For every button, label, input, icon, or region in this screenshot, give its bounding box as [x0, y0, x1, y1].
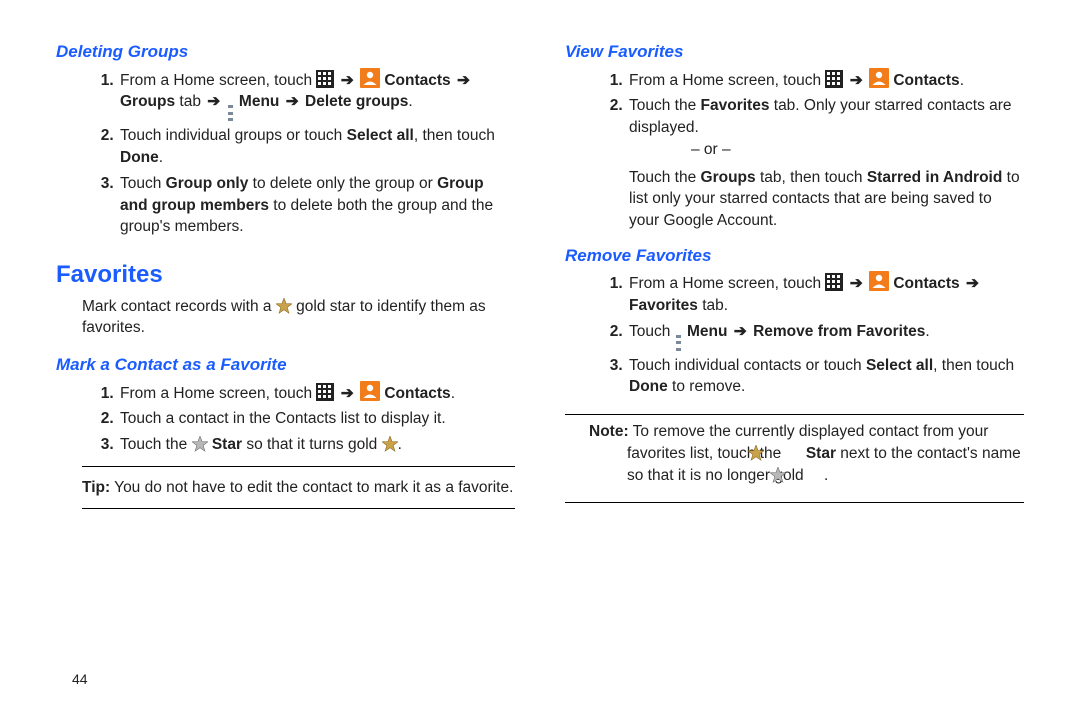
favorites-intro: Mark contact records with a gold star to… — [82, 296, 515, 339]
star-gold-icon — [382, 436, 398, 452]
right-column: View Favorites From a Home screen, touch… — [565, 40, 1024, 720]
step: From a Home screen, touch ➔ Contacts ➔ F… — [627, 271, 1024, 316]
heading-remove-favorites: Remove Favorites — [565, 244, 1024, 268]
star-grey-icon — [808, 467, 824, 483]
apps-grid-icon — [825, 273, 843, 291]
step: Touch the Favorites tab. Only your starr… — [627, 95, 1024, 231]
deleting-groups-steps: From a Home screen, touch ➔ Contacts ➔ G… — [56, 68, 515, 238]
step: Touch Menu ➔ Remove from Favorites. — [627, 321, 1024, 351]
star-gold-icon — [786, 445, 802, 461]
view-favorites-steps: From a Home screen, touch ➔ Contacts. To… — [565, 68, 1024, 232]
contacts-icon — [869, 68, 889, 88]
arrow-icon: ➔ — [339, 72, 356, 89]
menu-icon — [228, 105, 234, 121]
heading-view-favorites: View Favorites — [565, 40, 1024, 64]
mark-favorite-steps: From a Home screen, touch ➔ Contacts. To… — [56, 381, 515, 456]
contacts-icon — [360, 381, 380, 401]
step: Touch Group only to delete only the grou… — [118, 173, 515, 238]
step: Touch individual groups or touch Select … — [118, 125, 515, 168]
remove-favorites-steps: From a Home screen, touch ➔ Contacts ➔ F… — [565, 271, 1024, 398]
star-grey-icon — [192, 436, 208, 452]
or-separator: – or – — [691, 139, 1024, 161]
divider — [565, 414, 1024, 415]
step: From a Home screen, touch ➔ Contacts. — [627, 68, 1024, 92]
step: Touch a contact in the Contacts list to … — [118, 408, 515, 430]
divider — [82, 466, 515, 467]
step: From a Home screen, touch ➔ Contacts ➔ G… — [118, 68, 515, 122]
step: Touch individual contacts or touch Selec… — [627, 355, 1024, 398]
star-gold-icon — [276, 298, 292, 314]
step: From a Home screen, touch ➔ Contacts. — [118, 381, 515, 405]
divider — [565, 502, 1024, 503]
divider — [82, 508, 515, 509]
step: Touch the Star so that it turns gold . — [118, 434, 515, 456]
note: Note: To remove the currently displayed … — [627, 421, 1024, 486]
menu-icon — [676, 335, 682, 351]
contacts-icon — [869, 271, 889, 291]
page-number: 44 — [72, 670, 88, 690]
apps-grid-icon — [316, 70, 334, 88]
heading-deleting-groups: Deleting Groups — [56, 40, 515, 64]
apps-grid-icon — [825, 70, 843, 88]
tip: Tip: You do not have to edit the contact… — [82, 477, 515, 499]
heading-favorites: Favorites — [56, 258, 515, 292]
heading-mark-favorite: Mark a Contact as a Favorite — [56, 353, 515, 377]
contacts-icon — [360, 68, 380, 88]
left-column: Deleting Groups From a Home screen, touc… — [56, 40, 515, 720]
apps-grid-icon — [316, 383, 334, 401]
